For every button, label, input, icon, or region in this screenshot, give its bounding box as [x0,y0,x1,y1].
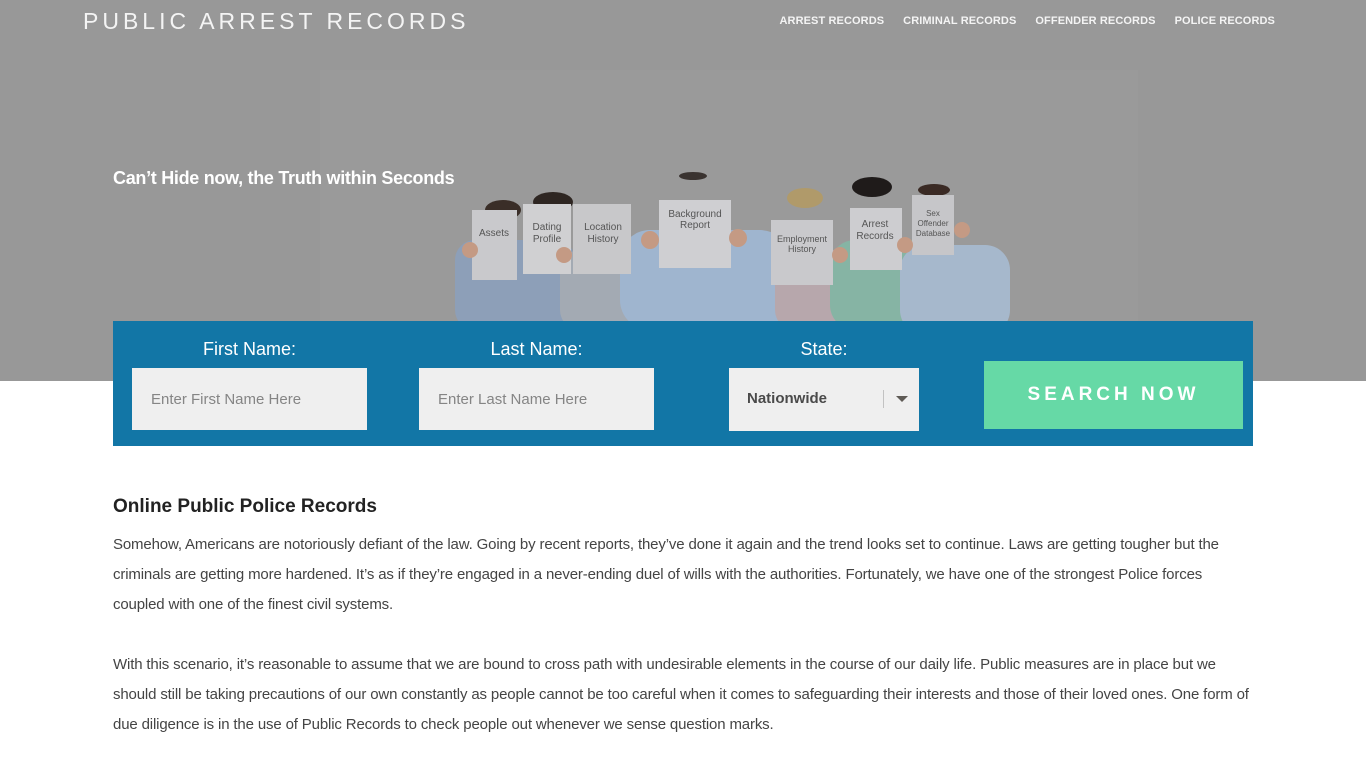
state-selected-value: Nationwide [747,390,828,407]
person-hair [852,177,892,197]
sign-text: Dating [533,222,562,233]
hand [832,247,848,263]
select-divider [883,390,884,408]
chevron-down-icon[interactable] [896,396,908,402]
sign-text: History [788,244,817,254]
sign-text: Background [668,209,721,220]
hand [641,231,659,249]
sign-text: Records [856,231,893,242]
nav-offender-records[interactable]: OFFENDER RECORDS [1035,15,1155,27]
nav-criminal-records[interactable]: CRIMINAL RECORDS [903,15,1016,27]
sign-text: Assets [479,228,509,239]
main-content: Online Public Police Records Somehow, Am… [113,496,1253,770]
last-name-input[interactable] [419,368,654,430]
first-name-label: First Name: [202,339,296,359]
sign-text: History [587,234,618,245]
main-nav: ARREST RECORDS CRIMINAL RECORDS OFFENDER… [779,15,1275,27]
hand [954,222,970,238]
sign-text: Location [584,222,622,233]
search-form: First Name: Last Name: State: Nationwide… [113,321,1253,446]
last-name-label: Last Name: [490,339,583,359]
paragraph: With this scenario, it’s reasonable to a… [113,656,1249,733]
person-body [900,245,1010,321]
first-name-input[interactable] [132,368,367,430]
search-now-button[interactable]: SEARCH NOW [984,361,1243,429]
hand [897,237,913,253]
sign-assets [472,210,517,280]
hand [462,242,478,258]
hero-image: Assets Dating Profile Location History B… [320,70,1138,321]
site-logo[interactable]: PUBLIC ARREST RECORDS [83,8,469,35]
sign-text: Database [916,229,951,238]
person-hair [679,172,707,180]
sign-text: Arrest [862,219,889,230]
people-holding-signs-illustration: Assets Dating Profile Location History B… [455,172,1010,321]
sign-text: Offender [918,219,949,228]
nav-police-records[interactable]: POLICE RECORDS [1175,15,1275,27]
sign-text: Profile [533,234,562,245]
state-select[interactable]: Nationwide [729,368,919,431]
person-hair [787,188,823,208]
section-heading: Online Public Police Records [113,496,377,517]
nav-arrest-records[interactable]: ARREST RECORDS [779,15,884,27]
hand [729,229,747,247]
paragraph: Somehow, Americans are notoriously defia… [113,536,1219,613]
sign-text: Sex [926,209,940,218]
person-hair [918,184,950,196]
sign-text: Report [680,220,710,231]
state-label: State: [800,339,848,359]
hero-tagline: Can’t Hide now, the Truth within Seconds [113,168,455,188]
hand [556,247,572,263]
sign-text: Employment [777,234,828,244]
